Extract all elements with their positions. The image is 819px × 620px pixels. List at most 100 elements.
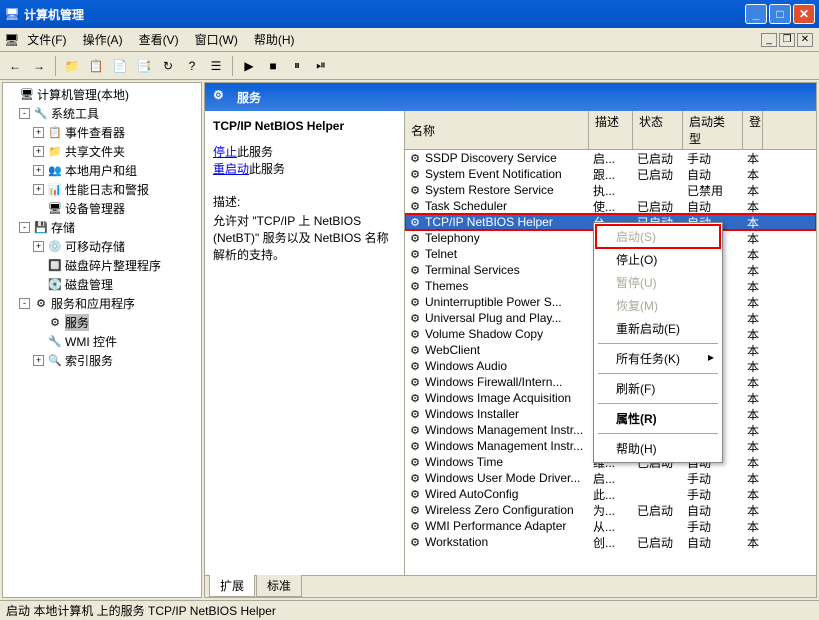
- context-pause[interactable]: 暂停(U): [596, 271, 720, 294]
- tree-device-manager[interactable]: 🖥设备管理器: [5, 199, 199, 218]
- stop-button[interactable]: ■: [262, 55, 284, 77]
- forward-button[interactable]: →: [28, 55, 50, 77]
- stop-service-link[interactable]: 停止: [213, 145, 237, 159]
- maximize-button[interactable]: □: [769, 4, 791, 24]
- service-row[interactable]: ⚙System Restore Service执...已禁用本: [405, 182, 816, 198]
- service-logon: 本: [743, 262, 763, 279]
- service-logon: 本: [743, 342, 763, 359]
- service-desc: 使...: [589, 198, 633, 215]
- menu-help[interactable]: 帮助(H): [246, 29, 303, 50]
- help-button[interactable]: ?: [181, 55, 203, 77]
- context-properties[interactable]: 属性(R): [596, 407, 720, 430]
- tab-extended[interactable]: 扩展: [209, 575, 255, 597]
- service-logon: 本: [743, 390, 763, 407]
- restart-service-link[interactable]: 重启动: [213, 162, 249, 176]
- gear-icon: ⚙: [407, 358, 423, 374]
- service-status: 已启动: [633, 534, 683, 551]
- context-all-tasks[interactable]: 所有任务(K)▸: [596, 347, 720, 370]
- service-row[interactable]: ⚙SSDP Discovery Service启...已启动手动本: [405, 150, 816, 166]
- tree-event-viewer[interactable]: +📋事件查看器: [5, 123, 199, 142]
- service-row[interactable]: ⚙Workstation创...已启动自动本: [405, 534, 816, 550]
- service-startup: 手动: [683, 518, 743, 535]
- gear-icon: ⚙: [407, 390, 423, 406]
- tree-services-apps[interactable]: -⚙服务和应用程序: [5, 294, 199, 313]
- service-status: 已启动: [633, 198, 683, 215]
- tree-root[interactable]: 🖥计算机管理(本地): [5, 85, 199, 104]
- show-hide-button[interactable]: 📋: [85, 55, 107, 77]
- service-startup: 手动: [683, 486, 743, 503]
- inner-close-button[interactable]: ✕: [797, 33, 813, 47]
- col-name[interactable]: 名称: [405, 111, 589, 149]
- menu-view[interactable]: 查看(V): [131, 29, 187, 50]
- service-logon: 本: [743, 310, 763, 327]
- col-logon[interactable]: 登: [743, 111, 763, 149]
- tree-pane[interactable]: 🖥计算机管理(本地) -🔧系统工具 +📋事件查看器 +📁共享文件夹 +👥本地用户…: [2, 82, 202, 598]
- up-button[interactable]: 📁: [61, 55, 83, 77]
- back-button[interactable]: ←: [4, 55, 26, 77]
- tab-standard[interactable]: 标准: [256, 575, 302, 597]
- service-name: SSDP Discovery Service: [425, 151, 557, 165]
- context-restart[interactable]: 重新启动(E): [596, 317, 720, 340]
- service-logon: 本: [743, 358, 763, 375]
- service-startup: 已禁用: [683, 182, 743, 199]
- gear-icon: ⚙: [407, 470, 423, 486]
- tree-services[interactable]: ⚙服务: [5, 313, 199, 332]
- service-desc: 启...: [589, 470, 633, 487]
- restart-button[interactable]: ⏯: [310, 55, 332, 77]
- service-row[interactable]: ⚙Wireless Zero Configuration为...已启动自动本: [405, 502, 816, 518]
- export-button[interactable]: 📑: [133, 55, 155, 77]
- context-help[interactable]: 帮助(H): [596, 437, 720, 460]
- pause-button[interactable]: ⏸: [286, 55, 308, 77]
- service-row[interactable]: ⚙Task Scheduler使...已启动自动本: [405, 198, 816, 214]
- minimize-button[interactable]: _: [745, 4, 767, 24]
- refresh-button[interactable]: ↻: [157, 55, 179, 77]
- service-logon: 本: [743, 438, 763, 455]
- col-description[interactable]: 描述: [589, 111, 633, 149]
- context-resume[interactable]: 恢复(M): [596, 294, 720, 317]
- list-button[interactable]: ☰: [205, 55, 227, 77]
- tree-disk-mgmt[interactable]: 💽磁盘管理: [5, 275, 199, 294]
- gear-icon: ⚙: [407, 406, 423, 422]
- service-startup: 手动: [683, 150, 743, 167]
- service-name: Themes: [425, 279, 468, 293]
- service-desc: 为...: [589, 502, 633, 519]
- tree-removable[interactable]: +💿可移动存储: [5, 237, 199, 256]
- tree-indexing[interactable]: +🔍索引服务: [5, 351, 199, 370]
- tree-storage[interactable]: -💾存储: [5, 218, 199, 237]
- service-row[interactable]: ⚙Wired AutoConfig此...手动本: [405, 486, 816, 502]
- service-row[interactable]: ⚙System Event Notification跟...已启动自动本: [405, 166, 816, 182]
- inner-restore-button[interactable]: ❐: [779, 33, 795, 47]
- gear-icon: ⚙: [407, 262, 423, 278]
- service-desc: 从...: [589, 518, 633, 535]
- service-logon: 本: [743, 422, 763, 439]
- close-button[interactable]: ✕: [793, 4, 815, 24]
- context-stop[interactable]: 停止(O): [596, 248, 720, 271]
- service-logon: 本: [743, 214, 763, 231]
- menu-action[interactable]: 操作(A): [75, 29, 131, 50]
- context-refresh[interactable]: 刷新(F): [596, 377, 720, 400]
- service-row[interactable]: ⚙WMI Performance Adapter从...手动本: [405, 518, 816, 534]
- tree-wmi[interactable]: 🔧WMI 控件: [5, 332, 199, 351]
- tree-defrag[interactable]: 🔲磁盘碎片整理程序: [5, 256, 199, 275]
- tree-perf-logs[interactable]: +📊性能日志和警报: [5, 180, 199, 199]
- doc-icon: 🖥: [4, 33, 19, 47]
- service-logon: 本: [743, 406, 763, 423]
- col-startup-type[interactable]: 启动类型: [683, 111, 743, 149]
- service-logon: 本: [743, 502, 763, 519]
- tree-shared-folders[interactable]: +📁共享文件夹: [5, 142, 199, 161]
- service-row[interactable]: ⚙Windows User Mode Driver...启...手动本: [405, 470, 816, 486]
- tree-local-users[interactable]: +👥本地用户和组: [5, 161, 199, 180]
- tree-system-tools[interactable]: -🔧系统工具: [5, 104, 199, 123]
- col-status[interactable]: 状态: [633, 111, 683, 149]
- gear-icon: ⚙: [407, 294, 423, 310]
- menu-window[interactable]: 窗口(W): [187, 29, 246, 50]
- play-button[interactable]: ▶: [238, 55, 260, 77]
- list-rows[interactable]: ⚙SSDP Discovery Service启...已启动手动本⚙System…: [405, 150, 816, 575]
- description-label: 描述:: [213, 193, 396, 210]
- properties-button[interactable]: 📄: [109, 55, 131, 77]
- inner-minimize-button[interactable]: _: [761, 33, 777, 47]
- context-start[interactable]: 启动(S): [596, 225, 720, 248]
- service-name: Windows Audio: [425, 359, 507, 373]
- menu-file[interactable]: 文件(F): [19, 29, 74, 50]
- toolbar: ← → 📁 📋 📄 📑 ↻ ? ☰ ▶ ■ ⏸ ⏯: [0, 52, 819, 80]
